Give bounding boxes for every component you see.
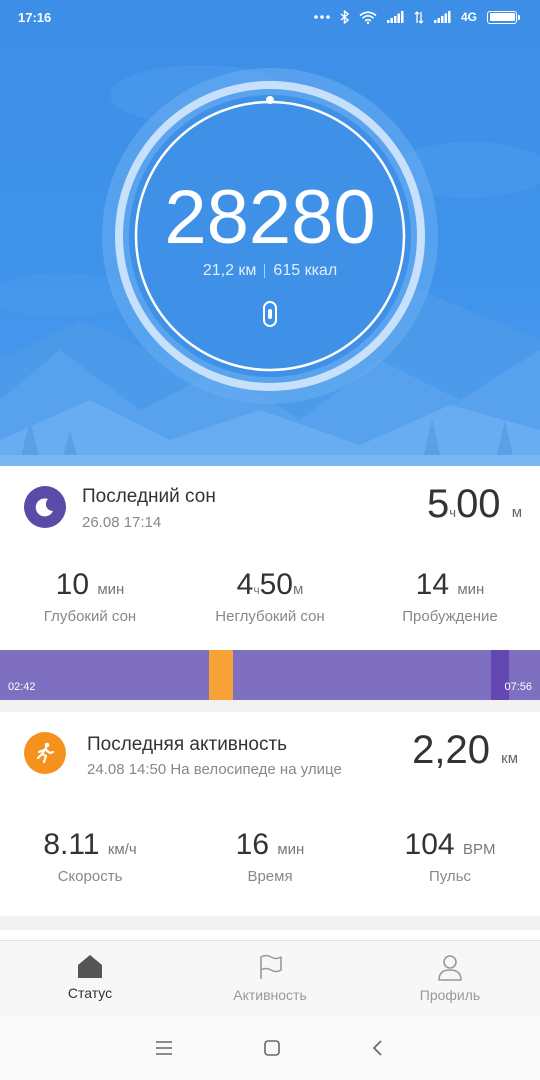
light-sleep-minutes-unit: м	[293, 581, 304, 598]
sleep-start-time: 02:42	[8, 681, 36, 693]
pulse-unit: BPM	[462, 841, 496, 858]
light-sleep-stat: 4ч50м Неглубокий сон	[180, 568, 360, 625]
hero-calories: 615 ккал	[273, 262, 338, 279]
sleep-end-time: 07:56	[504, 681, 532, 693]
tab-profile-label: Профиль	[419, 987, 481, 1003]
speed-value: 8.11	[43, 828, 100, 861]
activity-distance-value: 2,20	[412, 728, 490, 772]
activity-stats: 8.11 км/ч Скорость 16 мин Время 104 BPM …	[0, 828, 540, 885]
battery-icon	[487, 10, 520, 24]
light-sleep-minutes: 50	[259, 568, 293, 601]
bluetooth-icon	[340, 10, 349, 24]
sleep-minutes: 00	[456, 482, 501, 526]
tab-status-label: Статус	[67, 985, 113, 1001]
pulse-stat: 104 BPM Пульс	[360, 828, 540, 885]
distance-calories: 21,2 км 615 ккал	[0, 262, 540, 280]
more-dots-icon	[314, 15, 330, 19]
moon-sleep-icon: z	[24, 486, 66, 528]
activity-distance-unit: км	[501, 750, 518, 767]
sleep-minutes-unit: м	[511, 504, 522, 521]
svg-text:z: z	[47, 501, 51, 508]
signal-icon	[386, 11, 404, 23]
awake-unit: мин	[457, 581, 485, 598]
time-value: 16	[235, 828, 270, 861]
awake-label: Пробуждение	[402, 608, 498, 625]
sleep-card[interactable]: z Последний сон 26.08 17:14 5ч00 м 10 ми…	[0, 466, 540, 650]
time-unit: мин	[277, 841, 305, 858]
back-icon[interactable]	[371, 1039, 385, 1057]
awake-stat: 14 мин Пробуждение	[360, 568, 540, 625]
speed-stat: 8.11 км/ч Скорость	[0, 828, 180, 885]
home-square-icon[interactable]	[263, 1039, 281, 1057]
activity-distance: 2,20 км	[412, 728, 518, 773]
sleep-awake-segment	[209, 650, 233, 700]
network-type: 4G	[460, 10, 477, 24]
awake-value: 14	[415, 568, 450, 601]
wifi-icon	[359, 10, 377, 24]
deep-sleep-stat: 10 мин Глубокий сон	[0, 568, 180, 625]
bottom-tab-bar: Статус Активность Профиль	[0, 940, 540, 1016]
activity-card[interactable]: Последняя активность 24.08 14:50 На вело…	[0, 712, 540, 916]
band-icon	[263, 301, 277, 327]
light-sleep-hours: 4	[236, 568, 254, 601]
status-bar: 17:16 4G	[0, 0, 540, 34]
next-card-edge	[0, 930, 540, 940]
deep-sleep-value: 10	[55, 568, 90, 601]
running-icon	[24, 732, 66, 774]
time-stat: 16 мин Время	[180, 828, 360, 885]
flag-icon	[260, 954, 282, 979]
system-nav-bar	[0, 1016, 540, 1080]
activity-subtitle: 24.08 14:50 На велосипеде на улице	[87, 761, 342, 778]
activity-title: Последняя активность	[87, 734, 288, 755]
steps-hero: 28280 21,2 км 615 ккал	[0, 0, 540, 466]
sleep-timeline[interactable]: 02:42 07:56	[0, 650, 540, 700]
home-icon	[78, 955, 102, 978]
sleep-date: 26.08 17:14	[82, 514, 162, 531]
tab-activity[interactable]: Активность	[180, 941, 360, 1016]
signal-icon	[433, 11, 451, 23]
sleep-hours: 5	[427, 482, 450, 526]
sleep-title: Последний сон	[82, 486, 216, 507]
person-icon	[438, 955, 462, 981]
speed-label: Скорость	[57, 868, 123, 885]
menu-icon[interactable]	[155, 1040, 173, 1056]
tab-status[interactable]: Статус	[0, 941, 180, 1016]
pulse-label: Пульс	[428, 868, 472, 885]
deep-sleep-unit: мин	[97, 581, 125, 598]
tab-activity-label: Активность	[233, 987, 307, 1003]
steps-count: 28280	[164, 175, 376, 260]
light-sleep-label: Неглубокий сон	[215, 608, 325, 625]
time-label: Время	[247, 868, 293, 885]
sleep-stats: 10 мин Глубокий сон 4ч50м Неглубокий сон…	[0, 568, 540, 625]
data-icon	[414, 10, 424, 24]
speed-unit: км/ч	[107, 841, 137, 858]
tab-profile[interactable]: Профиль	[360, 941, 540, 1016]
deep-sleep-label: Глубокий сон	[43, 608, 137, 625]
pulse-value: 104	[404, 828, 455, 861]
status-time: 17:16	[18, 9, 52, 25]
sleep-total: 5ч00 м	[427, 482, 522, 527]
hero-distance: 21,2 км	[202, 262, 257, 279]
